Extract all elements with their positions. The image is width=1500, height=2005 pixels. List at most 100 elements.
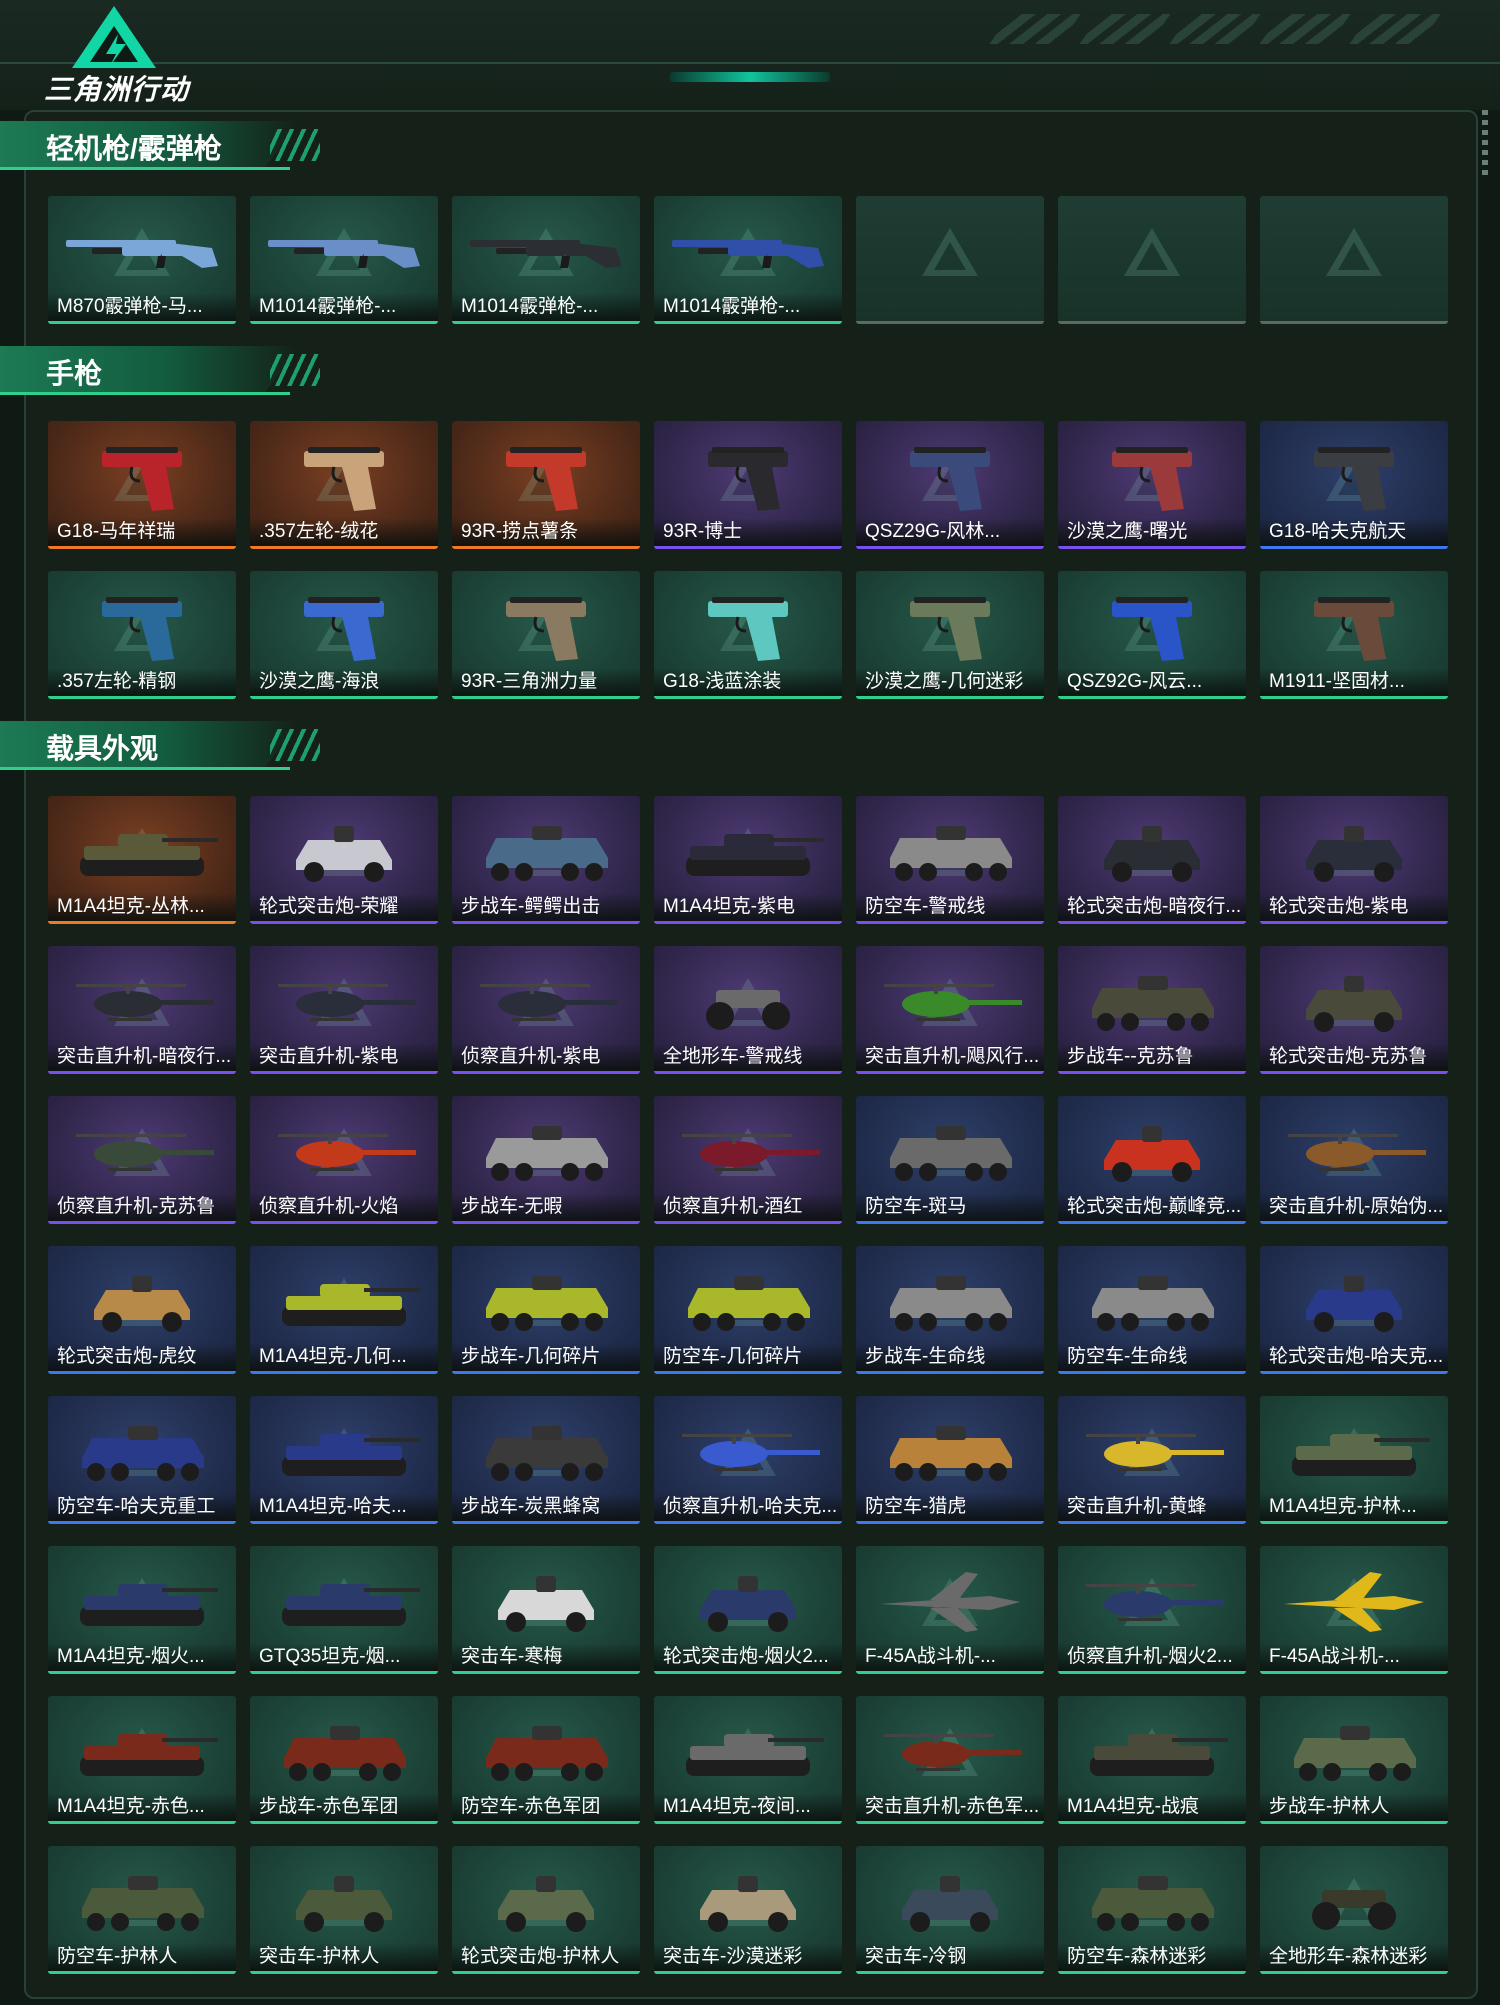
item-card[interactable]: 全地形车-警戒线 (654, 946, 842, 1074)
item-card[interactable]: G18-哈夫克航天 (1260, 421, 1448, 549)
item-card[interactable]: 防空车-哈夫克重工 (48, 1396, 236, 1524)
item-card[interactable]: 防空车-斑马 (856, 1096, 1044, 1224)
item-card[interactable]: 突击车-沙漠迷彩 (654, 1846, 842, 1974)
item-card[interactable]: M1A4坦克-夜间... (654, 1696, 842, 1824)
item-card[interactable]: M1014霰弹枪-... (452, 196, 640, 324)
item-card[interactable]: 突击车-冷钢 (856, 1846, 1044, 1974)
item-card[interactable]: F-45A战斗机-... (1260, 1546, 1448, 1674)
item-card[interactable]: 93R-三角洲力量 (452, 571, 640, 699)
rarity-bar (1260, 1221, 1448, 1224)
item-card[interactable]: 轮式突击炮-荣耀 (250, 796, 438, 924)
item-card[interactable]: M1A4坦克-战痕 (1058, 1696, 1246, 1824)
heli-vehicle-icon (278, 984, 416, 1021)
item-card[interactable]: G18-马年祥瑞 (48, 421, 236, 549)
item-card[interactable]: 突击直升机-暗夜行... (48, 946, 236, 1074)
item-card[interactable]: M1A4坦克-紫电 (654, 796, 842, 924)
item-card[interactable]: M1A4坦克-几何... (250, 1246, 438, 1374)
section-header-pistol: 手枪 (0, 346, 330, 395)
item-card[interactable]: M870霰弹枪-马... (48, 196, 236, 324)
item-card[interactable]: QSZ29G-风林... (856, 421, 1044, 549)
jet-vehicle-icon (880, 1572, 1020, 1632)
item-card[interactable]: 防空车-几何碎片 (654, 1246, 842, 1374)
pistol-icon (1112, 597, 1192, 661)
item-card[interactable]: 侦察直升机-火焰 (250, 1096, 438, 1224)
item-card[interactable]: QSZ92G-风云... (1058, 571, 1246, 699)
item-card[interactable]: 侦察直升机-哈夫克... (654, 1396, 842, 1524)
item-card[interactable]: M1A4坦克-护林... (1260, 1396, 1448, 1524)
item-card[interactable]: 沙漠之鹰-几何迷彩 (856, 571, 1044, 699)
item-card[interactable]: M1A4坦克-哈夫... (250, 1396, 438, 1524)
item-card[interactable]: 93R-博士 (654, 421, 842, 549)
item-card[interactable]: 防空车-赤色军团 (452, 1696, 640, 1824)
item-card[interactable]: 侦察直升机-烟火2... (1058, 1546, 1246, 1674)
item-card[interactable]: M1A4坦克-丛林... (48, 796, 236, 924)
item-card[interactable]: 突击车-护林人 (250, 1846, 438, 1974)
item-card[interactable]: 步战车-生命线 (856, 1246, 1044, 1374)
item-card[interactable]: .357左轮-绒花 (250, 421, 438, 549)
heli-vehicle-icon (76, 1134, 214, 1171)
rarity-bar (1260, 1071, 1448, 1074)
pistol-icon (910, 447, 990, 511)
item-card[interactable]: 侦察直升机-紫电 (452, 946, 640, 1074)
item-card[interactable]: 步战车-炭黑蜂窝 (452, 1396, 640, 1524)
item-card[interactable]: 防空车-猎虎 (856, 1396, 1044, 1524)
heli-vehicle-icon (278, 1134, 416, 1171)
item-card[interactable]: M1A4坦克-赤色... (48, 1696, 236, 1824)
item-card[interactable]: 突击车-寒梅 (452, 1546, 640, 1674)
section-title: 轻机枪/霰弹枪 (46, 133, 222, 164)
item-card[interactable]: 轮式突击炮-紫电 (1260, 796, 1448, 924)
item-card[interactable]: .357左轮-精钢 (48, 571, 236, 699)
shotgun-icon (672, 240, 824, 268)
item-card[interactable]: 步战车--克苏鲁 (1058, 946, 1246, 1074)
pistol-icon (708, 597, 788, 661)
item-card[interactable]: 步战车-护林人 (1260, 1696, 1448, 1824)
item-card[interactable]: 轮式突击炮-护林人 (452, 1846, 640, 1974)
item-name: 轮式突击炮-暗夜行... (1067, 896, 1242, 917)
rarity-bar (856, 1671, 1044, 1674)
rarity-bar (452, 1971, 640, 1974)
item-card[interactable]: 侦察直升机-克苏鲁 (48, 1096, 236, 1224)
item-card[interactable]: 突击直升机-紫电 (250, 946, 438, 1074)
item-card[interactable]: 93R-捞点薯条 (452, 421, 640, 549)
item-card[interactable]: 轮式突击炮-巅峰竞... (1058, 1096, 1246, 1224)
tank-vehicle-icon (282, 1284, 420, 1326)
item-card[interactable]: 轮式突击炮-烟火2... (654, 1546, 842, 1674)
item-card[interactable]: 步战车-几何碎片 (452, 1246, 640, 1374)
rarity-bar (1058, 546, 1246, 549)
pistol-icon (304, 597, 384, 661)
item-card[interactable]: M1A4坦克-烟火... (48, 1546, 236, 1674)
item-card[interactable]: 突击直升机-飓风行... (856, 946, 1044, 1074)
item-card[interactable]: 轮式突击炮-哈夫克... (1260, 1246, 1448, 1374)
item-card[interactable]: 沙漠之鹰-曙光 (1058, 421, 1246, 549)
item-card[interactable]: M1014霰弹枪-... (250, 196, 438, 324)
item-card[interactable]: 轮式突击炮-克苏鲁 (1260, 946, 1448, 1074)
item-card[interactable]: 防空车-生命线 (1058, 1246, 1246, 1374)
apc-vehicle-icon (890, 826, 1012, 881)
item-card[interactable]: F-45A战斗机-... (856, 1546, 1044, 1674)
item-card[interactable]: 突击直升机-赤色军... (856, 1696, 1044, 1824)
rarity-bar (48, 1221, 236, 1224)
item-card[interactable]: M1911-坚固材... (1260, 571, 1448, 699)
car-vehicle-icon (1306, 976, 1402, 1032)
item-card[interactable]: GTQ35坦克-烟... (250, 1546, 438, 1674)
rarity-bar (856, 1521, 1044, 1524)
item-card[interactable]: 轮式突击炮-虎纹 (48, 1246, 236, 1374)
item-card[interactable]: 防空车-森林迷彩 (1058, 1846, 1246, 1974)
item-card[interactable]: 突击直升机-原始伪... (1260, 1096, 1448, 1224)
item-card[interactable]: 沙漠之鹰-海浪 (250, 571, 438, 699)
item-card[interactable]: 防空车-护林人 (48, 1846, 236, 1974)
item-name: M1A4坦克-几何... (259, 1346, 407, 1367)
item-card[interactable]: 侦察直升机-酒红 (654, 1096, 842, 1224)
item-card[interactable]: G18-浅蓝涂装 (654, 571, 842, 699)
item-card[interactable]: 突击直升机-黄蜂 (1058, 1396, 1246, 1524)
item-card[interactable]: 步战车-无暇 (452, 1096, 640, 1224)
item-card[interactable]: 防空车-警戒线 (856, 796, 1044, 924)
rarity-bar (48, 1521, 236, 1524)
item-card[interactable]: 步战车-鳄鳄出击 (452, 796, 640, 924)
item-card[interactable]: 全地形车-森林迷彩 (1260, 1846, 1448, 1974)
apc-vehicle-icon (1092, 976, 1214, 1031)
item-card[interactable]: M1014霰弹枪-... (654, 196, 842, 324)
scrollbar[interactable] (1482, 110, 1488, 180)
item-card[interactable]: 步战车-赤色军团 (250, 1696, 438, 1824)
item-card[interactable]: 轮式突击炮-暗夜行... (1058, 796, 1246, 924)
